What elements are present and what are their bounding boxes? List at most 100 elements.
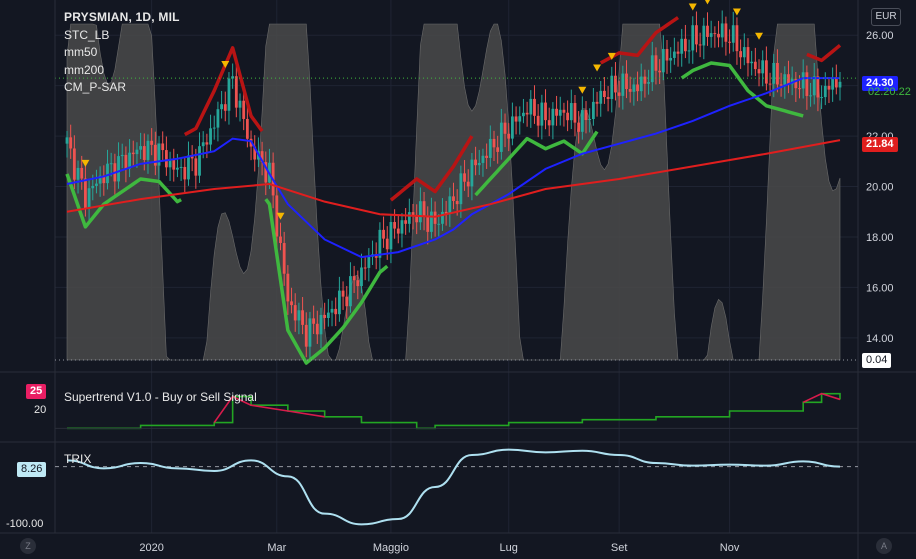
currency-button[interactable]: EUR	[871, 8, 901, 26]
candle-body	[286, 273, 290, 302]
candle-body	[293, 305, 297, 321]
legend-item-mm200[interactable]: mm200	[64, 62, 180, 80]
candle-body	[569, 103, 573, 121]
candle-body	[783, 74, 787, 86]
candle-body	[728, 41, 731, 43]
candle-body	[135, 149, 139, 155]
candle-body	[124, 154, 128, 169]
auto-scale-button[interactable]: A	[876, 538, 892, 554]
candle-body	[617, 92, 621, 96]
candle-body	[223, 104, 227, 111]
candle-body	[463, 173, 466, 182]
candle-body	[709, 33, 713, 37]
candle-body	[91, 185, 95, 189]
candle-body	[466, 181, 470, 187]
candle-body	[761, 60, 765, 74]
candle-body	[661, 48, 665, 73]
candle-body	[809, 95, 812, 97]
candle-body	[326, 312, 330, 318]
candle-body	[308, 318, 312, 347]
candle-body	[499, 122, 503, 152]
candle-body	[352, 276, 356, 281]
candle-body	[400, 220, 404, 234]
candle-body	[724, 23, 728, 42]
candle-body	[389, 222, 393, 250]
trix-pane-title: TRIX	[64, 452, 92, 466]
candle-body	[768, 83, 772, 85]
candle-body	[198, 146, 201, 176]
supertrend-scale-20: 20	[34, 404, 47, 416]
candle-body	[702, 25, 706, 46]
candle-body	[757, 69, 761, 74]
candle-body	[209, 128, 212, 145]
candle-body	[599, 90, 603, 104]
candle-body	[812, 76, 816, 96]
candle-body	[109, 163, 113, 165]
candle-body	[691, 25, 695, 51]
candle-body	[282, 243, 286, 274]
candle-body	[441, 211, 444, 224]
candle-body	[547, 120, 551, 126]
candle-body	[801, 72, 805, 89]
candle-body	[529, 98, 533, 115]
candle-body	[117, 156, 120, 182]
candle-body	[65, 137, 69, 144]
legend-item-psar[interactable]: CM_P-SAR	[64, 79, 180, 97]
candle-body	[621, 73, 625, 96]
candle-body	[227, 78, 231, 111]
legend-item-mm50[interactable]: mm50	[64, 44, 180, 62]
candle-body	[87, 188, 91, 209]
candle-body	[606, 96, 610, 100]
candle-body	[665, 48, 669, 61]
candle-body	[345, 296, 349, 307]
candle-body	[562, 109, 566, 113]
candle-body	[139, 146, 143, 150]
candle-body	[827, 85, 831, 90]
candle-body	[639, 76, 643, 92]
candle-body	[753, 61, 757, 70]
candle-body	[577, 122, 581, 132]
candle-body	[536, 115, 540, 126]
supertrend-value-badge: 25	[26, 384, 47, 399]
candle-body	[341, 290, 345, 297]
candle-body	[580, 110, 584, 132]
candle-body	[142, 146, 146, 160]
candle-body	[194, 158, 198, 176]
candle-body	[687, 50, 691, 52]
ma200-price-badge: 21.84	[862, 137, 898, 152]
candle-body	[834, 78, 838, 88]
candle-body	[150, 140, 154, 145]
y-tick-label: 18.00	[866, 232, 894, 244]
candle-body	[356, 280, 360, 287]
legend-item-stc[interactable]: STC_LB	[64, 27, 180, 45]
zoom-reset-button[interactable]: Z	[20, 538, 36, 554]
candle-body	[603, 90, 606, 97]
trix-scale-low: -100.00	[6, 518, 44, 530]
candle-body	[437, 223, 441, 225]
candle-body	[680, 38, 684, 54]
candle-body	[669, 57, 673, 61]
x-tick-label: Nov	[720, 542, 740, 554]
candle-body	[164, 150, 168, 168]
candle-body	[595, 101, 599, 104]
y-tick-label: 20.00	[866, 182, 894, 194]
candle-body	[430, 211, 433, 232]
candle-body	[187, 155, 190, 180]
candle-body	[275, 195, 279, 237]
candle-body	[422, 201, 426, 217]
candle-body	[632, 84, 636, 92]
candle-body	[823, 85, 827, 98]
candle-body	[179, 166, 183, 168]
candle-body	[628, 89, 632, 92]
candle-body	[658, 70, 662, 73]
candle-body	[168, 160, 172, 168]
candle-body	[382, 229, 385, 239]
candle-body	[279, 236, 282, 244]
candle-body	[551, 108, 555, 126]
candle-body	[172, 160, 176, 170]
candle-body	[717, 33, 720, 38]
supertrend-pane-title: Supertrend V1.0 - Buy or Sell Signal	[64, 390, 257, 404]
candle-body	[84, 178, 87, 209]
candle-body	[216, 109, 220, 128]
candle-body	[315, 323, 319, 335]
